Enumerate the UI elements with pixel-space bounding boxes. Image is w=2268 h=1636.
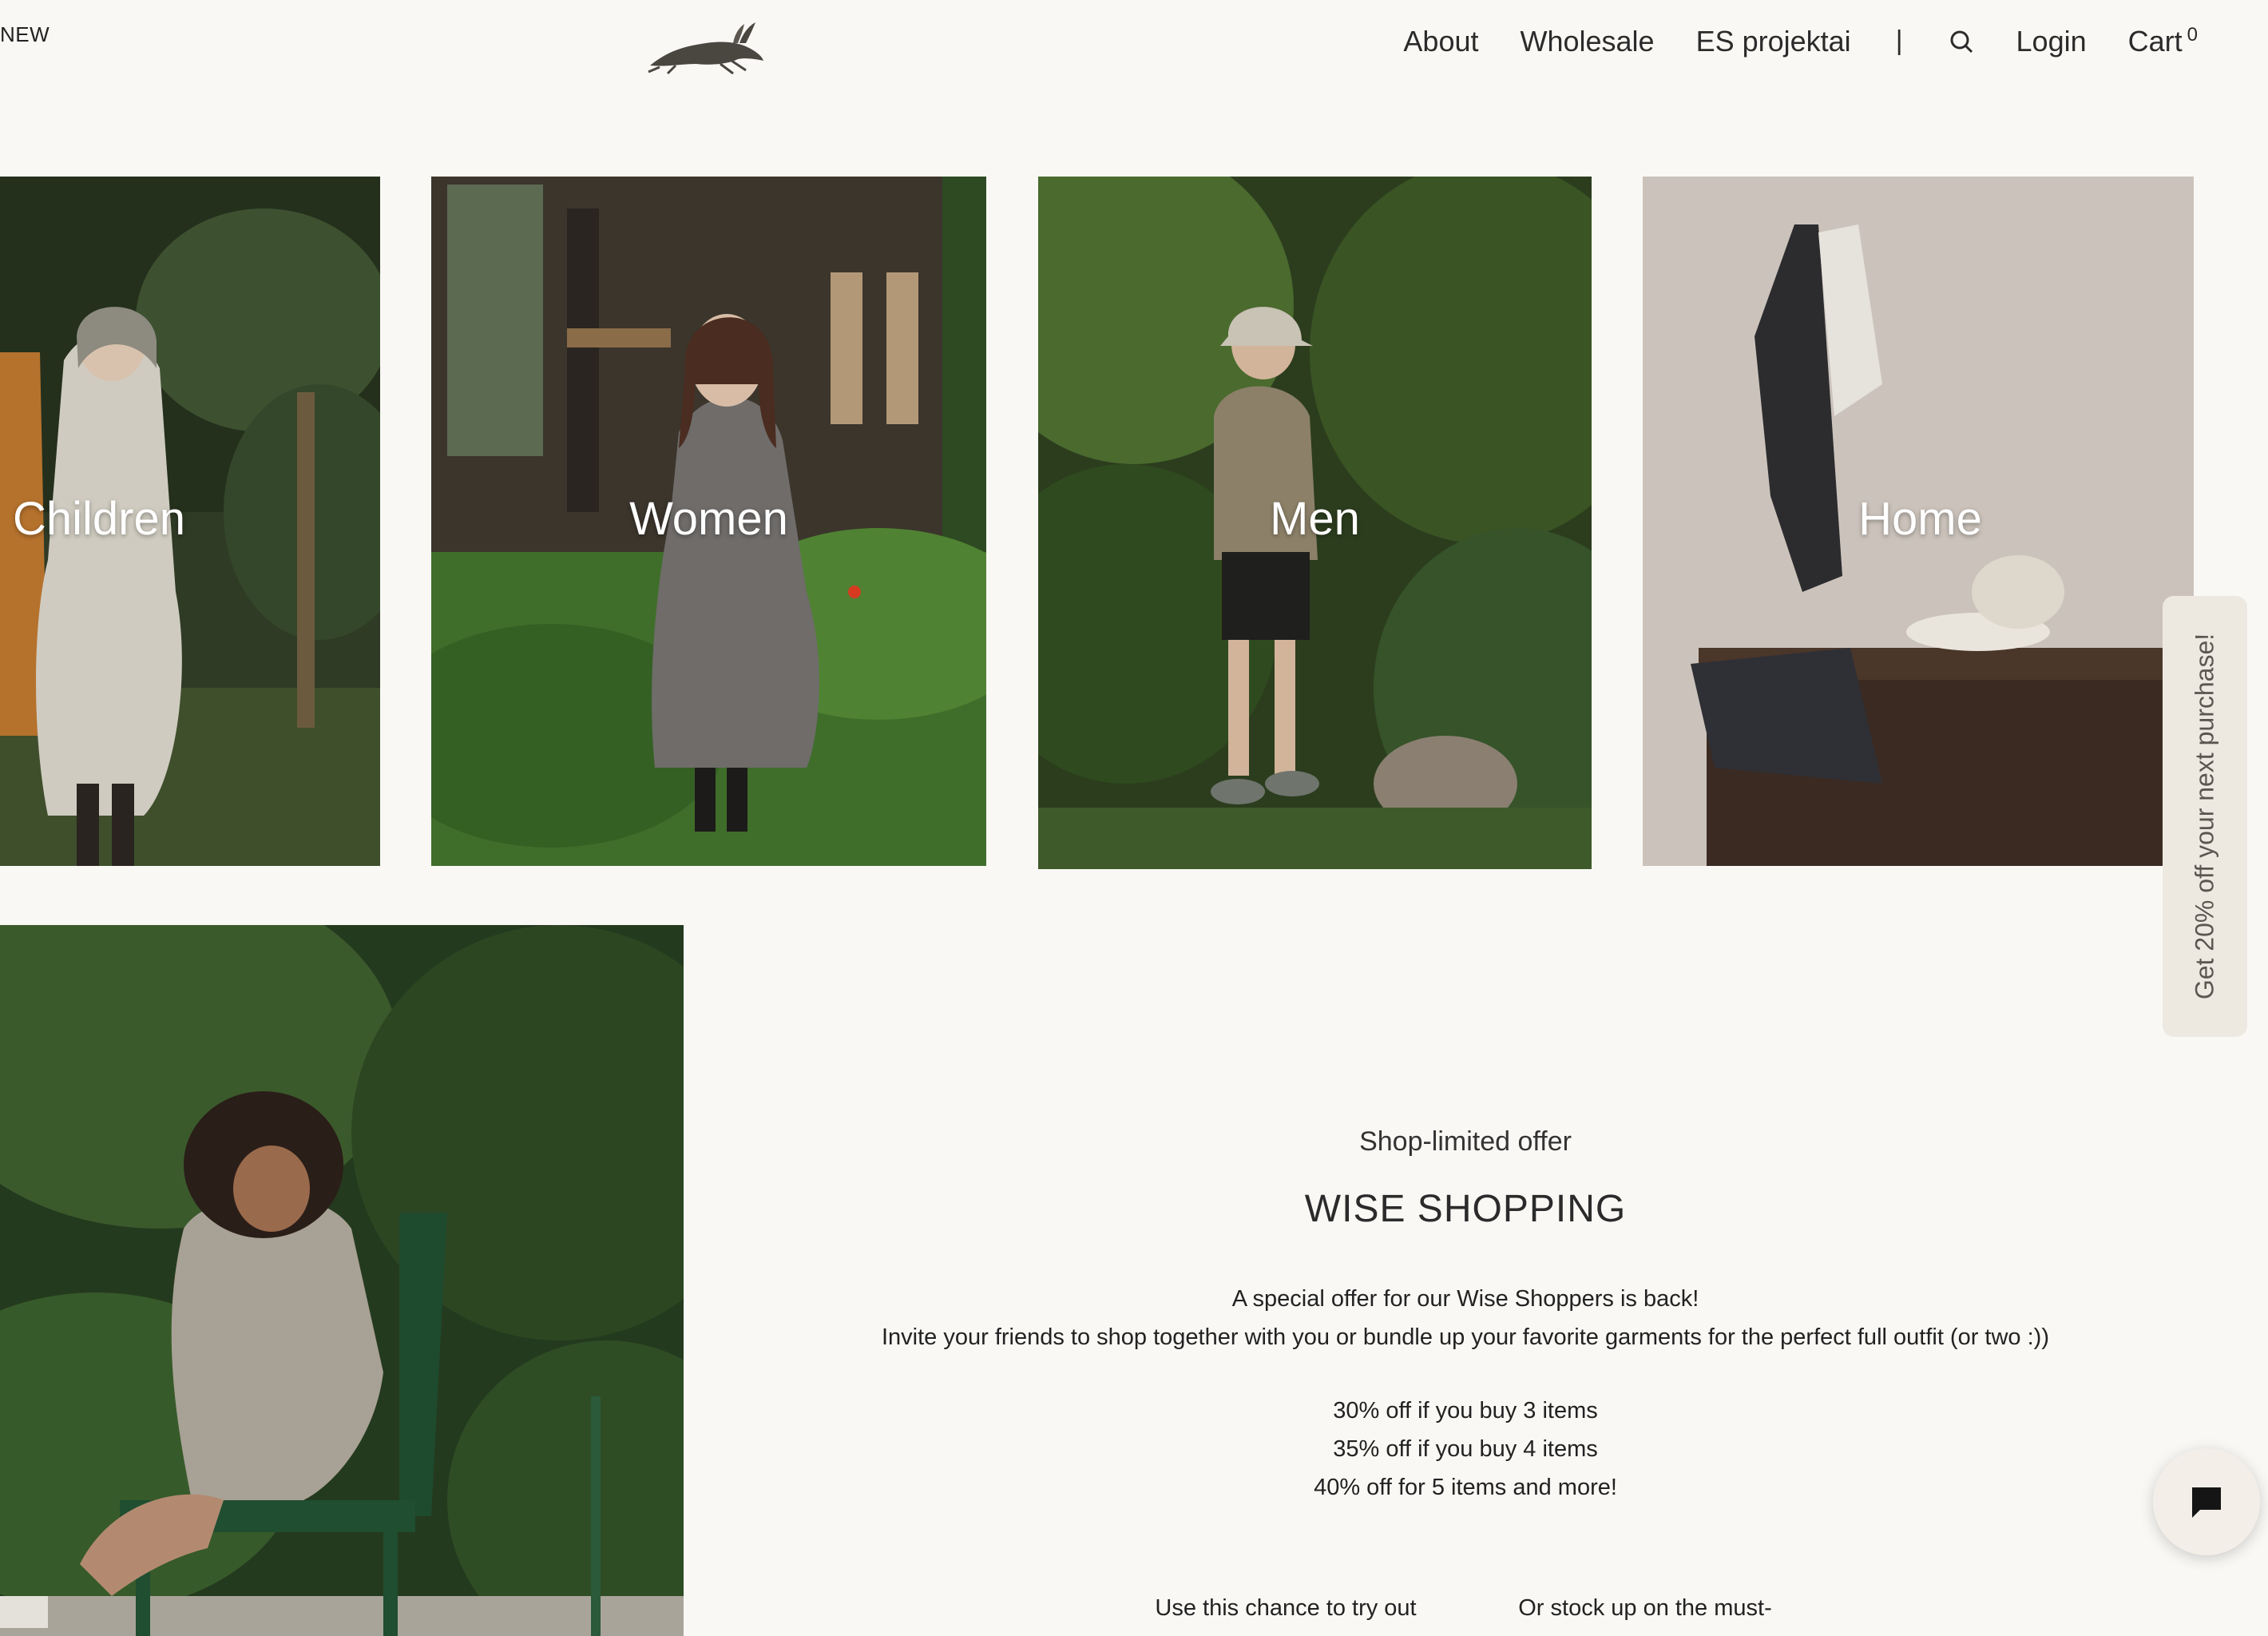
offer-title: WISE SHOPPING	[1304, 1188, 1627, 1230]
category-tile-children[interactable]: Children	[0, 177, 380, 866]
nav-wholesale[interactable]: Wholesale	[1520, 25, 1654, 58]
feature-photo	[0, 925, 684, 1636]
offer-column-1: Use this chance to try out	[1155, 1595, 1417, 1621]
offer-kicker: Shop-limited offer	[1359, 1126, 1572, 1157]
offer-line-2: Invite your friends to shop together wit…	[881, 1324, 2049, 1350]
nav-es-projects[interactable]: ES projektai	[1696, 25, 1851, 58]
chat-button[interactable]	[2153, 1448, 2260, 1555]
category-label-home: Home	[1858, 493, 1982, 545]
nav-login[interactable]: Login	[2016, 25, 2087, 58]
cart-count: 0	[2187, 24, 2198, 46]
category-label-children: Children	[13, 493, 185, 545]
category-label-men: Men	[1270, 493, 1360, 545]
search-icon[interactable]	[1948, 28, 1975, 55]
category-tile-men[interactable]: Men	[1038, 177, 1592, 869]
offer-tiers: 30% off if you buy 3 items 35% off if yo…	[799, 1392, 2132, 1507]
promo-tab-label: Get 20% off your next purchase!	[2190, 633, 2219, 1000]
chat-icon	[2192, 1487, 2221, 1518]
category-tile-home[interactable]: Home	[1643, 177, 2198, 866]
nav-cart[interactable]: Cart 0	[2128, 24, 2198, 58]
category-label-women: Women	[629, 493, 788, 545]
offer-line-1: A special offer for our Wise Shoppers is…	[1231, 1286, 1699, 1312]
offer-tier: 35% off if you buy 4 items	[1333, 1436, 1598, 1462]
category-tile-women[interactable]: Women	[431, 177, 986, 866]
offer-tier: 40% off for 5 items and more!	[1314, 1475, 1617, 1500]
nav-about[interactable]: About	[1403, 25, 1478, 58]
offer-description: A special offer for our Wise Shoppers is…	[799, 1280, 2132, 1356]
offer-tier: 30% off if you buy 3 items	[1333, 1398, 1598, 1424]
nav-separator: |	[1895, 26, 1903, 56]
main-nav: About Wholesale ES projektai | Login Car…	[1362, 24, 2198, 58]
hare-logo[interactable]	[644, 19, 771, 75]
new-label[interactable]: NEW	[0, 22, 50, 47]
cart-label: Cart	[2127, 25, 2183, 58]
discount-promo-tab[interactable]: Get 20% off your next purchase!	[2163, 596, 2247, 1037]
offer-column-2: Or stock up on the must-	[1518, 1595, 1772, 1621]
